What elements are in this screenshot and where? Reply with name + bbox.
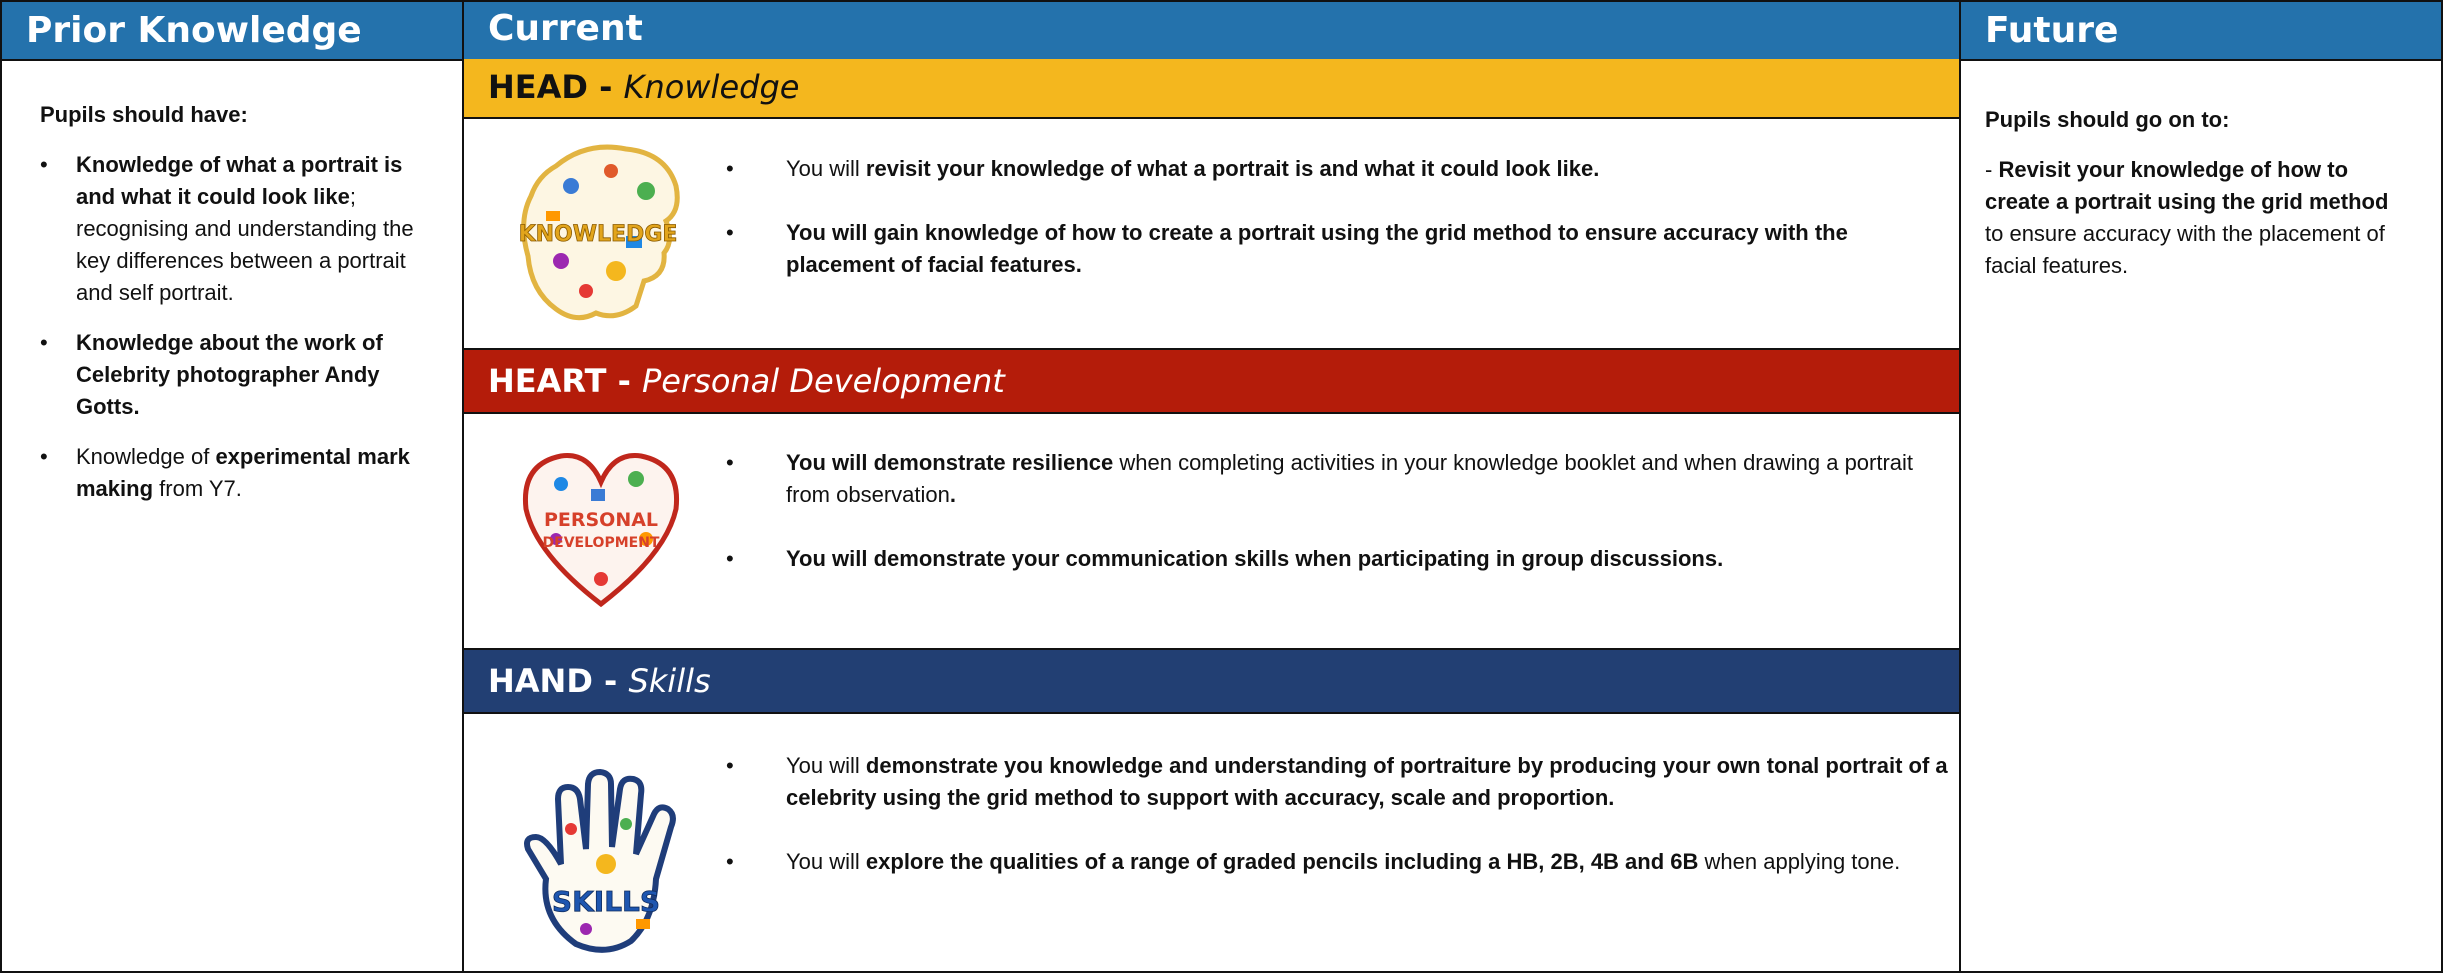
heart-section-body: PERSONAL DEVELOPMENT You will demonstrat… xyxy=(464,414,1959,648)
prior-item-1: Knowledge of what a portrait is and what… xyxy=(40,149,438,309)
future-column: Future Pupils should go on to: - Revisit… xyxy=(1959,0,2443,973)
current-header: Current xyxy=(464,2,1959,61)
heart-item-2-bold: You will demonstrate your communication … xyxy=(786,546,1724,571)
future-prefix: - xyxy=(1985,157,1999,182)
heart-item-2: You will demonstrate your communication … xyxy=(726,543,1951,575)
future-rest: to ensure accuracy with the placement of… xyxy=(1985,221,2385,278)
head-list: You will revisit your knowledge of what … xyxy=(726,153,1951,313)
hand-section-body: SKILLS You will demonstrate you knowledg… xyxy=(464,714,1959,973)
head-item-2: You will gain knowledge of how to create… xyxy=(726,217,1951,281)
heart-item-1: You will demonstrate resilience when com… xyxy=(726,447,1951,511)
prior-item-3: Knowledge of experimental mark making fr… xyxy=(40,441,438,505)
hand-item-2-text-b: when applying tone. xyxy=(1698,849,1901,874)
knowledge-emblem-text: KNOWLEDGE xyxy=(519,222,678,247)
future-header: Future xyxy=(1961,2,2441,61)
heart-section-bar: HEART - Personal Development xyxy=(464,348,1959,414)
future-body: Pupils should go on to: - Revisit your k… xyxy=(1961,61,2441,282)
head-title: HEAD - xyxy=(488,68,624,106)
heart-item-1-bold-end: . xyxy=(949,482,956,507)
hand-item-1: You will demonstrate you knowledge and u… xyxy=(726,750,1951,814)
hand-item-1-text: You will xyxy=(786,753,866,778)
heart-emblem-text-2: DEVELOPMENT xyxy=(543,535,660,551)
heart-list: You will demonstrate resilience when com… xyxy=(726,447,1951,607)
skills-hand-icon: SKILLS xyxy=(524,769,676,953)
prior-item-2-bold: Knowledge about the work of Celebrity ph… xyxy=(76,330,383,419)
future-intro: Pupils should go on to: xyxy=(1985,107,2230,132)
head-item-1: You will revisit your knowledge of what … xyxy=(726,153,1951,185)
hand-subtitle: Skills xyxy=(628,662,711,700)
head-subtitle: Knowledge xyxy=(623,68,800,106)
head-item-1-text: You will xyxy=(786,156,866,181)
prior-item-3-text-a: Knowledge of xyxy=(76,444,216,469)
heart-subtitle: Personal Development xyxy=(642,362,1005,400)
head-section-bar: HEAD - Knowledge xyxy=(464,59,1959,119)
knowledge-head-icon: KNOWLEDGE xyxy=(518,144,680,321)
prior-list: Knowledge of what a portrait is and what… xyxy=(40,149,438,505)
hand-item-2-text-a: You will xyxy=(786,849,866,874)
head-item-2-bold: You will gain knowledge of how to create… xyxy=(786,220,1848,277)
prior-item-3-text-b: from Y7. xyxy=(153,476,242,501)
skills-emblem-text: SKILLS xyxy=(552,885,660,918)
prior-knowledge-column: Prior Knowledge Pupils should have: Know… xyxy=(0,0,464,973)
future-text: - Revisit your knowledge of how to creat… xyxy=(1985,154,2401,282)
prior-item-2: Knowledge about the work of Celebrity ph… xyxy=(40,327,438,423)
heart-item-1-bold: You will demonstrate resilience xyxy=(786,450,1114,475)
hand-title: HAND - xyxy=(488,662,629,700)
heart-emblem-text-1: PERSONAL xyxy=(544,509,658,531)
hand-list: You will demonstrate you knowledge and u… xyxy=(726,750,1951,910)
prior-intro: Pupils should have: xyxy=(40,102,248,127)
head-item-1-bold: revisit your knowledge of what a portrai… xyxy=(865,156,1600,181)
prior-knowledge-body: Pupils should have: Knowledge of what a … xyxy=(2,61,462,505)
personal-development-heart-icon: PERSONAL DEVELOPMENT xyxy=(522,453,680,608)
hand-item-2-bold: explore the qualities of a range of grad… xyxy=(865,849,1699,874)
current-column: Current HEAD - Knowledge KNOWLEDGE You w… xyxy=(462,0,1961,973)
future-bold: Revisit your knowledge of how to create … xyxy=(1985,157,2389,214)
hand-section-bar: HAND - Skills xyxy=(464,648,1959,714)
heart-title: HEART - xyxy=(488,362,642,400)
hand-item-1-bold: demonstrate you knowledge and understand… xyxy=(786,753,1948,810)
head-section-body: KNOWLEDGE You will revisit your knowledg… xyxy=(464,119,1959,348)
hand-item-2: You will explore the qualities of a rang… xyxy=(726,846,1951,878)
prior-knowledge-header: Prior Knowledge xyxy=(2,2,462,61)
